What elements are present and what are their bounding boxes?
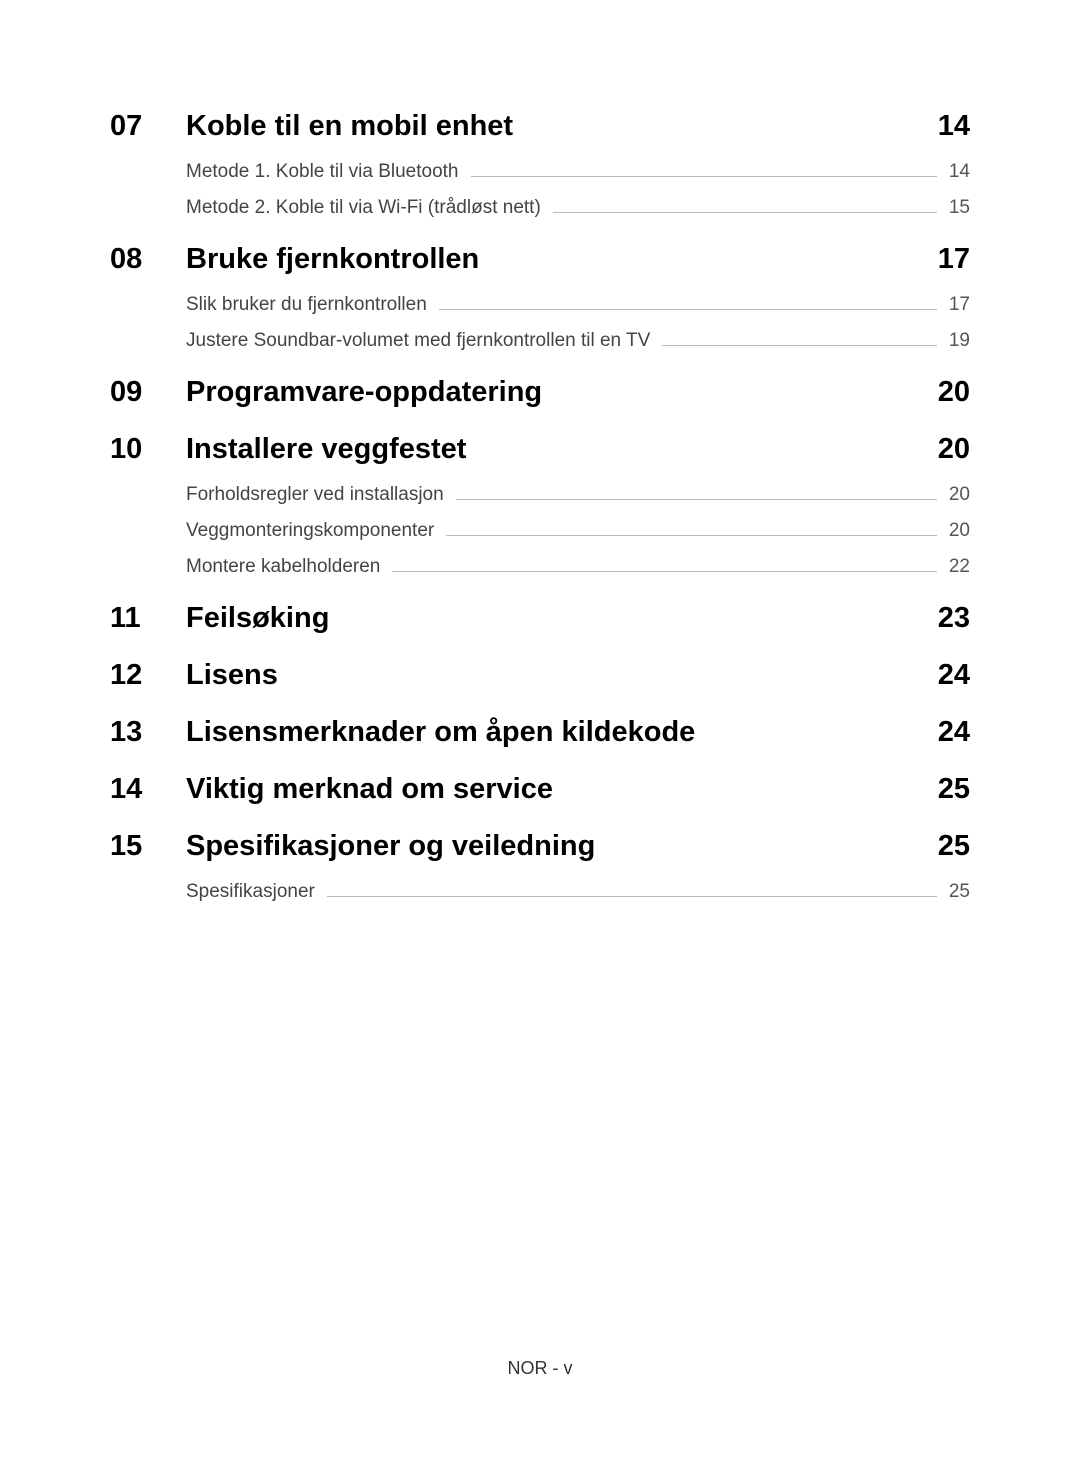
- section-number: 15: [110, 830, 186, 863]
- section-number: 11: [110, 602, 186, 635]
- toc-section-10: 10 Installere veggfestet 20 Forholdsregl…: [110, 433, 970, 578]
- section-page: 24: [938, 716, 970, 749]
- subsection-row: Forholdsregler ved installasjon 20: [186, 484, 970, 506]
- subsection-title: Metode 1. Koble til via Bluetooth: [186, 161, 459, 183]
- toc-section-12: 12 Lisens 24: [110, 659, 970, 692]
- subsection-title: Montere kabelholderen: [186, 556, 380, 578]
- section-header: 07 Koble til en mobil enhet 14: [110, 110, 970, 143]
- section-header: 12 Lisens 24: [110, 659, 970, 692]
- section-title: Spesifikasjoner og veiledning: [186, 830, 918, 863]
- section-title: Installere veggfestet: [186, 433, 918, 466]
- leader-line: [446, 535, 937, 536]
- subsection-row: Veggmonteringskomponenter 20: [186, 520, 970, 542]
- leader-line: [327, 896, 937, 897]
- section-number: 12: [110, 659, 186, 692]
- section-header: 13 Lisensmerknader om åpen kildekode 24: [110, 716, 970, 749]
- section-page: 24: [938, 659, 970, 692]
- subsection-title: Metode 2. Koble til via Wi-Fi (trådløst …: [186, 197, 541, 219]
- section-header: 14 Viktig merknad om service 25: [110, 773, 970, 806]
- section-title: Lisens: [186, 659, 918, 692]
- section-number: 08: [110, 243, 186, 276]
- toc-content: 07 Koble til en mobil enhet 14 Metode 1.…: [0, 0, 1080, 903]
- subsection-row: Slik bruker du fjernkontrollen 17: [186, 294, 970, 316]
- subsection-row: Metode 1. Koble til via Bluetooth 14: [186, 161, 970, 183]
- section-header: 08 Bruke fjernkontrollen 17: [110, 243, 970, 276]
- leader-line: [392, 571, 937, 572]
- toc-section-11: 11 Feilsøking 23: [110, 602, 970, 635]
- subsection-row: Justere Soundbar-volumet med fjernkontro…: [186, 330, 970, 352]
- section-page: 23: [938, 602, 970, 635]
- toc-section-07: 07 Koble til en mobil enhet 14 Metode 1.…: [110, 110, 970, 219]
- subsection-page: 20: [949, 520, 970, 542]
- subsection-page: 25: [949, 881, 970, 903]
- subsection-title: Forholdsregler ved installasjon: [186, 484, 444, 506]
- section-page: 14: [938, 110, 970, 143]
- toc-section-14: 14 Viktig merknad om service 25: [110, 773, 970, 806]
- leader-line: [471, 176, 937, 177]
- subsection-page: 17: [949, 294, 970, 316]
- section-header: 15 Spesifikasjoner og veiledning 25: [110, 830, 970, 863]
- section-number: 07: [110, 110, 186, 143]
- subsection-row: Metode 2. Koble til via Wi-Fi (trådløst …: [186, 197, 970, 219]
- section-number: 14: [110, 773, 186, 806]
- section-title: Viktig merknad om service: [186, 773, 918, 806]
- subsection-page: 14: [949, 161, 970, 183]
- section-number: 10: [110, 433, 186, 466]
- toc-section-13: 13 Lisensmerknader om åpen kildekode 24: [110, 716, 970, 749]
- section-page: 20: [938, 433, 970, 466]
- page-footer: NOR - v: [0, 1358, 1080, 1379]
- subsection-title: Slik bruker du fjernkontrollen: [186, 294, 427, 316]
- section-title: Lisensmerknader om åpen kildekode: [186, 716, 918, 749]
- section-page: 17: [938, 243, 970, 276]
- subsection-page: 22: [949, 556, 970, 578]
- section-number: 13: [110, 716, 186, 749]
- section-number: 09: [110, 376, 186, 409]
- section-title: Feilsøking: [186, 602, 918, 635]
- toc-section-09: 09 Programvare-oppdatering 20: [110, 376, 970, 409]
- section-header: 10 Installere veggfestet 20: [110, 433, 970, 466]
- section-title: Bruke fjernkontrollen: [186, 243, 918, 276]
- leader-line: [662, 345, 937, 346]
- leader-line: [456, 499, 937, 500]
- leader-line: [439, 309, 937, 310]
- section-header: 09 Programvare-oppdatering 20: [110, 376, 970, 409]
- section-page: 25: [938, 830, 970, 863]
- toc-section-08: 08 Bruke fjernkontrollen 17 Slik bruker …: [110, 243, 970, 352]
- subsection-page: 19: [949, 330, 970, 352]
- subsection-row: Montere kabelholderen 22: [186, 556, 970, 578]
- subsection-title: Veggmonteringskomponenter: [186, 520, 434, 542]
- subsection-title: Spesifikasjoner: [186, 881, 315, 903]
- section-page: 20: [938, 376, 970, 409]
- toc-section-15: 15 Spesifikasjoner og veiledning 25 Spes…: [110, 830, 970, 903]
- section-page: 25: [938, 773, 970, 806]
- subsection-page: 20: [949, 484, 970, 506]
- section-title: Koble til en mobil enhet: [186, 110, 918, 143]
- subsection-row: Spesifikasjoner 25: [186, 881, 970, 903]
- leader-line: [553, 212, 937, 213]
- section-header: 11 Feilsøking 23: [110, 602, 970, 635]
- section-title: Programvare-oppdatering: [186, 376, 918, 409]
- subsection-title: Justere Soundbar-volumet med fjernkontro…: [186, 330, 650, 352]
- subsection-page: 15: [949, 197, 970, 219]
